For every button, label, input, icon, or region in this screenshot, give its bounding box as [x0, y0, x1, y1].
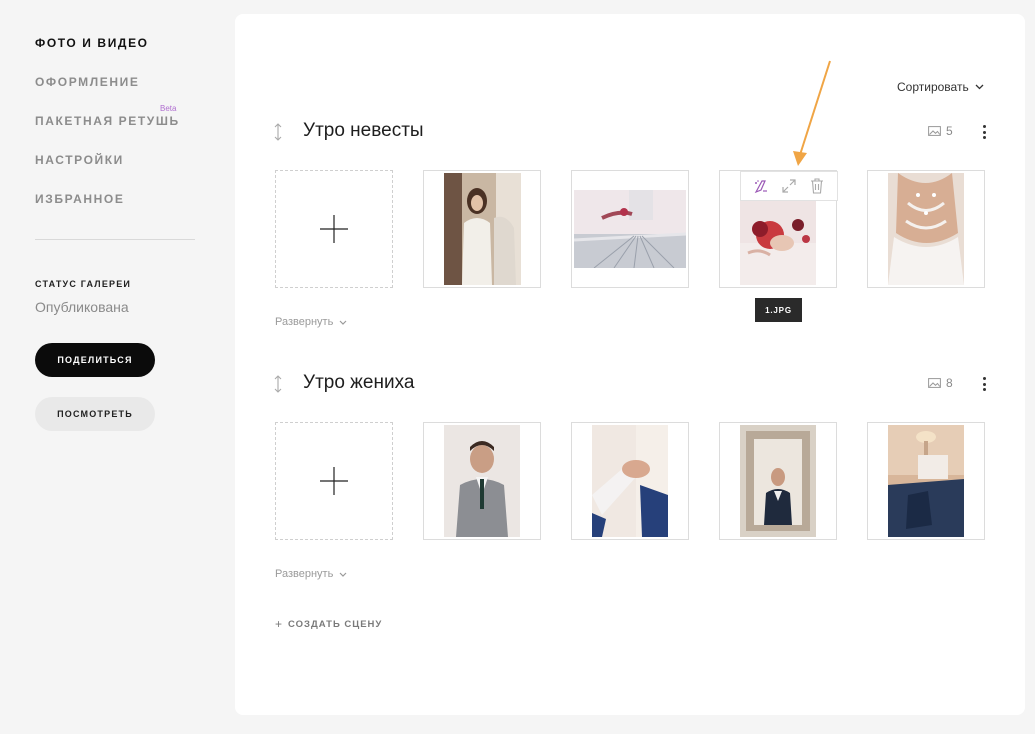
sidebar-item-settings[interactable]: НАСТРОЙКИ [35, 153, 124, 167]
scene-title[interactable]: Утро невесты [303, 120, 424, 142]
photo-cufflinks [592, 425, 668, 537]
scene-photo-count: 8 [928, 376, 953, 390]
photo-thumbnail[interactable] [571, 170, 689, 288]
photo-groom-vest [444, 425, 520, 537]
trash-icon[interactable] [807, 176, 827, 196]
plus-icon [320, 467, 348, 495]
photo-thumbnail[interactable] [867, 422, 985, 540]
photo-suit-bed [888, 425, 964, 537]
sort-dropdown[interactable]: Сортировать [897, 80, 984, 94]
image-icon [928, 126, 941, 136]
more-menu-icon[interactable] [981, 377, 987, 391]
add-photo-button[interactable] [275, 170, 393, 288]
expand-icon[interactable] [779, 176, 799, 196]
drag-handle-icon[interactable] [273, 375, 283, 393]
filename-tooltip: 1.JPG [755, 298, 802, 322]
sidebar-divider [35, 239, 195, 240]
photo-bride-mirror [444, 173, 521, 285]
photo-groom-mirror [740, 425, 816, 537]
photo-dress-back [888, 173, 964, 285]
share-button[interactable]: ПОДЕЛИТЬСЯ [35, 343, 155, 377]
plus-icon [320, 215, 348, 243]
image-icon [928, 378, 941, 388]
scene-photo-count: 5 [928, 124, 953, 138]
drag-handle-icon[interactable] [273, 123, 283, 141]
count-value: 5 [946, 124, 953, 138]
chevron-down-icon [339, 320, 347, 325]
sidebar: ФОТО И ВИДЕО ОФОРМЛЕНИЕ ПАКЕТНАЯ РЕТУШЬ … [0, 0, 235, 734]
photo-hover-toolbar [740, 171, 838, 201]
photo-thumbnail[interactable] [867, 170, 985, 288]
sidebar-item-batch-retouch[interactable]: ПАКЕТНАЯ РЕТУШЬ [35, 114, 180, 128]
expand-label: Развернуть [275, 316, 334, 328]
plus-icon: + [275, 617, 284, 631]
sidebar-item-design[interactable]: ОФОРМЛЕНИЕ [35, 75, 139, 89]
gallery-status-title: СТАТУС ГАЛЕРЕИ [35, 279, 132, 289]
chevron-down-icon [339, 572, 347, 577]
chevron-down-icon [975, 84, 984, 90]
expand-scene-button[interactable]: Развернуть [275, 316, 347, 328]
sort-label: Сортировать [897, 80, 969, 94]
main-panel: Сортировать Утро невесты 5 1.JPG Разверн… [235, 14, 1025, 715]
create-scene-label: СОЗДАТЬ СЦЕНУ [288, 618, 383, 630]
photo-thumbnail[interactable] [571, 422, 689, 540]
expand-label: Развернуть [275, 568, 334, 580]
add-photo-button[interactable] [275, 422, 393, 540]
sidebar-item-photo-video[interactable]: ФОТО И ВИДЕО [35, 36, 149, 50]
photo-thumbnail[interactable] [423, 170, 541, 288]
more-menu-icon[interactable] [981, 125, 987, 139]
view-button[interactable]: ПОСМОТРЕТЬ [35, 397, 155, 431]
sidebar-item-favorites[interactable]: ИЗБРАННОЕ [35, 192, 124, 206]
scene-title[interactable]: Утро жениха [303, 372, 414, 394]
retouch-icon[interactable] [751, 176, 771, 196]
create-scene-button[interactable]: + СОЗДАТЬ СЦЕНУ [275, 617, 382, 631]
photo-thumbnail[interactable] [719, 422, 837, 540]
expand-scene-button[interactable]: Развернуть [275, 568, 347, 580]
photo-thumbnail[interactable] [423, 422, 541, 540]
photo-table-setting [574, 190, 686, 268]
count-value: 8 [946, 376, 953, 390]
beta-badge: Beta [160, 104, 177, 113]
gallery-status-value: Опубликована [35, 299, 129, 315]
